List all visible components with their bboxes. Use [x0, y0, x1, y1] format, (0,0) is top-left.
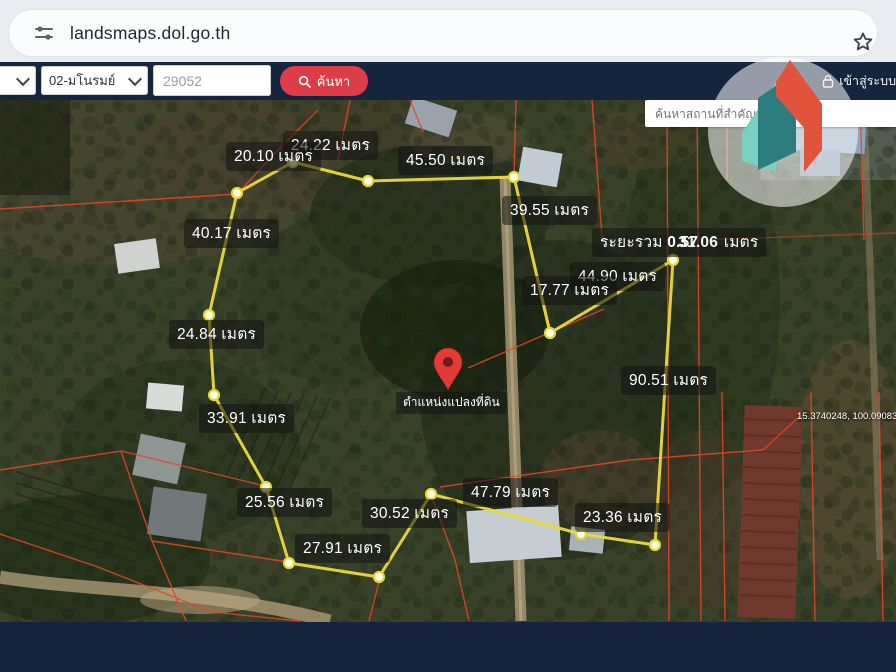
- parcel-number-input[interactable]: [153, 65, 271, 96]
- url-text[interactable]: landsmaps.dol.go.th: [70, 23, 230, 44]
- parcel-vertex[interactable]: [374, 572, 384, 582]
- district-select[interactable]: 02-มโนรมย์: [41, 66, 148, 95]
- search-button-label: ค้นหา: [317, 71, 350, 92]
- parcel-vertex[interactable]: [209, 390, 219, 400]
- search-icon: [298, 75, 311, 88]
- parcel-vertex[interactable]: [261, 482, 271, 492]
- address-bar[interactable]: landsmaps.dol.go.th: [8, 9, 878, 57]
- parcel-vertex[interactable]: [545, 328, 555, 338]
- browser-top-strip: landsmaps.dol.go.th: [0, 0, 896, 62]
- login-label: เข้าสู่ระบบ: [839, 71, 896, 91]
- parcel-vertex[interactable]: [204, 310, 214, 320]
- parcel-vertex[interactable]: [509, 172, 519, 182]
- place-search-box[interactable]: [645, 100, 896, 127]
- search-button[interactable]: ค้นหา: [280, 66, 368, 96]
- chevron-down-icon: [16, 71, 30, 85]
- parcel-vertex[interactable]: [668, 255, 678, 265]
- province-select[interactable]: [0, 66, 36, 95]
- parcel-vertex[interactable]: [288, 157, 298, 167]
- place-search-input[interactable]: [645, 100, 896, 127]
- login-link[interactable]: เข้าสู่ระบบ: [822, 62, 896, 100]
- lock-icon: [822, 74, 834, 88]
- taskbar: [0, 622, 896, 672]
- site-settings-icon[interactable]: [34, 24, 54, 42]
- parcel-vertex[interactable]: [576, 529, 586, 539]
- coordinates-text: 15.3740248, 100.090834: [797, 411, 896, 422]
- parcel-vertex[interactable]: [426, 489, 436, 499]
- district-select-value: 02-มโนรมย์: [49, 70, 115, 91]
- chevron-down-icon: [128, 71, 142, 85]
- parcel-vertex[interactable]: [650, 540, 660, 550]
- parcel-position-label: ตำแหน่งแปลงที่ดิน: [396, 392, 507, 414]
- parcel-vertex[interactable]: [232, 188, 242, 198]
- bookmark-star-icon[interactable]: [851, 30, 875, 54]
- parcel-vertex[interactable]: [284, 558, 294, 568]
- device-screen: { "browser": { "url": "landsmaps.dol.go.…: [0, 0, 896, 672]
- parcel-vertex[interactable]: [363, 176, 373, 186]
